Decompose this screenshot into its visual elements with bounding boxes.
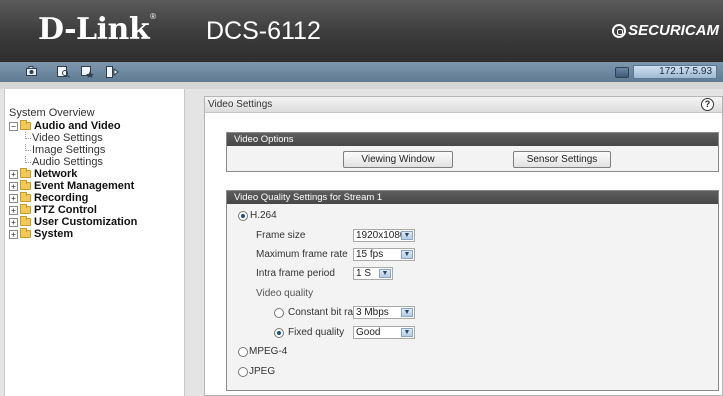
folder-icon <box>20 228 31 238</box>
sidebar-item-user-customization[interactable]: + User Customization <box>9 216 137 228</box>
jpeg-radio[interactable] <box>238 366 248 377</box>
sidebar-item-event-management[interactable]: + Event Management <box>9 180 137 192</box>
gear-star-icon[interactable] <box>80 65 94 78</box>
expand-icon[interactable]: + <box>9 217 18 227</box>
folder-open-icon <box>20 120 31 130</box>
intra-frame-period-label: Intra frame period <box>256 268 335 279</box>
sidebar-item-system[interactable]: + System <box>9 228 137 240</box>
fixed-quality-option[interactable]: Fixed quality <box>274 327 344 338</box>
chevron-down-icon: ▼ <box>401 231 413 240</box>
page-title: Video Settings <box>208 99 273 110</box>
mpeg4-radio[interactable] <box>238 346 248 357</box>
sidebar-system-overview[interactable]: System Overview <box>9 107 95 119</box>
tree-branch <box>25 132 31 139</box>
constant-bit-rate-option[interactable]: Constant bit rate <box>274 307 361 318</box>
lock-icon <box>612 23 627 38</box>
folder-icon <box>20 168 31 178</box>
video-settings-panel: Video Settings ? Video Options Viewing W… <box>204 96 723 396</box>
video-quality-label: Video quality <box>256 288 314 299</box>
frame-size-select[interactable]: 1920x1080 ▼ <box>353 229 415 242</box>
header-bar: D-Link® DCS-6112 SECURICAM <box>0 0 723 62</box>
expand-icon[interactable]: + <box>9 193 18 203</box>
panel-header: Video Settings ? <box>205 97 722 113</box>
sidebar-item-audio-settings[interactable]: Audio Settings <box>9 156 137 168</box>
cbr-radio[interactable] <box>274 307 284 318</box>
expand-icon[interactable]: + <box>9 169 18 179</box>
jpeg-option[interactable]: JPEG <box>238 366 275 377</box>
cbr-select[interactable]: 3 Mbps ▼ <box>353 306 415 319</box>
chevron-down-icon: ▼ <box>379 269 391 278</box>
play-icon[interactable] <box>105 65 119 78</box>
max-frame-rate-select[interactable]: 15 fps ▼ <box>353 248 415 261</box>
mpeg4-option[interactable]: MPEG-4 <box>238 346 287 357</box>
sidebar-item-video-settings[interactable]: Video Settings <box>9 132 137 144</box>
expand-icon[interactable]: + <box>9 205 18 215</box>
frame-size-label: Frame size <box>256 230 306 241</box>
tree-branch <box>25 156 31 163</box>
sidebar-item-recording[interactable]: + Recording <box>9 192 137 204</box>
header-divider <box>0 82 723 89</box>
sidebar-tree: − Audio and Video Video Settings Image S… <box>9 120 137 240</box>
video-quality-title: Video Quality Settings for Stream 1 <box>227 191 718 204</box>
fixed-quality-select[interactable]: Good ▼ <box>353 326 415 339</box>
collapse-icon[interactable]: − <box>9 121 18 131</box>
toolbar: 172.17.5.93 <box>0 62 723 82</box>
search-icon[interactable] <box>56 65 70 78</box>
viewing-window-button[interactable]: Viewing Window <box>343 151 453 168</box>
h264-option[interactable]: H.264 <box>238 210 277 221</box>
camera-icon[interactable] <box>25 65 39 78</box>
folder-icon <box>20 216 31 226</box>
dlink-logo: D-Link® <box>38 12 156 47</box>
video-options-section: Video Options Viewing Window Sensor Sett… <box>226 132 719 172</box>
chevron-down-icon: ▼ <box>401 308 413 317</box>
fixed-quality-radio[interactable] <box>274 327 284 338</box>
video-options-title: Video Options <box>227 133 718 146</box>
expand-icon[interactable]: + <box>9 181 18 191</box>
model-name: DCS-6112 <box>206 17 321 45</box>
intra-frame-period-select[interactable]: 1 S ▼ <box>353 267 393 280</box>
chevron-down-icon: ▼ <box>401 328 413 337</box>
sidebar-item-network[interactable]: + Network <box>9 168 137 180</box>
max-frame-rate-label: Maximum frame rate <box>256 249 348 260</box>
folder-icon <box>20 180 31 190</box>
chevron-down-icon: ▼ <box>401 250 413 259</box>
sidebar-item-image-settings[interactable]: Image Settings <box>9 144 137 156</box>
tree-branch <box>25 144 31 151</box>
network-icon <box>615 66 629 78</box>
securicam-logo: SECURICAM <box>612 22 719 39</box>
help-icon[interactable]: ? <box>701 98 714 111</box>
sidebar-item-audio-and-video[interactable]: − Audio and Video <box>9 120 137 132</box>
expand-icon[interactable]: + <box>9 229 18 239</box>
folder-icon <box>20 192 31 202</box>
video-quality-section: Video Quality Settings for Stream 1 H.26… <box>226 190 719 391</box>
sidebar-tree-panel: System Overview − Audio and Video Video … <box>4 89 185 396</box>
h264-radio[interactable] <box>238 210 248 221</box>
folder-icon <box>20 204 31 214</box>
ip-address-display: 172.17.5.93 <box>615 65 717 79</box>
sidebar: System Overview − Audio and Video Video … <box>0 89 200 396</box>
sidebar-item-ptz-control[interactable]: + PTZ Control <box>9 204 137 216</box>
sensor-settings-button[interactable]: Sensor Settings <box>513 151 611 168</box>
ip-address: 172.17.5.93 <box>633 65 717 79</box>
